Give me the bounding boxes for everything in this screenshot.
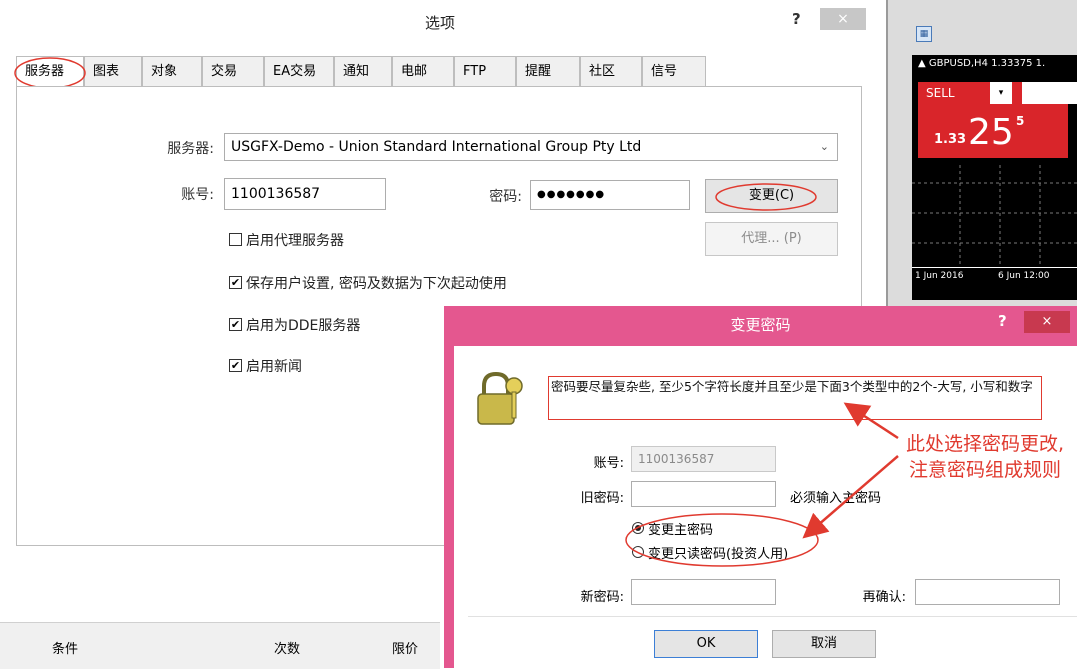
annotation-line-2: 注意密码组成规则: [908, 459, 1061, 481]
column-condition[interactable]: 条件: [52, 638, 78, 657]
save-settings-label: 保存用户设置, 密码及数据为下次起动使用: [246, 276, 507, 292]
password-label: 密码:: [489, 189, 522, 205]
password-field[interactable]: ●●●●●●●: [530, 180, 690, 210]
proxy-checkbox[interactable]: [229, 233, 242, 246]
new-password-field[interactable]: [631, 579, 776, 605]
time-axis: [912, 267, 1077, 268]
confirm-password-label: 再确认:: [862, 590, 906, 605]
column-limit[interactable]: 限价: [392, 638, 418, 657]
sell-header[interactable]: SELL ▾: [918, 82, 1028, 104]
sell-price-sup: 5: [1016, 114, 1025, 128]
tab-email[interactable]: 电邮: [392, 56, 454, 86]
old-password-field[interactable]: [631, 481, 776, 507]
tab-expert-advisors[interactable]: EA交易: [264, 56, 334, 86]
sell-button[interactable]: 1.33 25 5: [918, 104, 1068, 158]
tab-objects[interactable]: 对象: [142, 56, 202, 86]
dialog-close-button[interactable]: ×: [1024, 311, 1070, 333]
dialog-title: 变更密码: [730, 316, 791, 334]
volume-field[interactable]: [1022, 82, 1077, 104]
dialog-help-icon[interactable]: ?: [998, 312, 1007, 330]
lock-keys-icon: [477, 371, 523, 425]
options-titlebar: 选项 ? ×: [0, 0, 880, 40]
options-title: 选项: [424, 14, 455, 32]
tab-alerts[interactable]: 提醒: [516, 56, 580, 86]
highlight-ellipse-change: [715, 183, 817, 211]
dialog-divider: [468, 616, 1077, 617]
column-count[interactable]: 次数: [274, 638, 300, 657]
chevron-down-icon: ⌄: [819, 140, 829, 153]
proxy-button[interactable]: 代理... (P): [705, 222, 838, 256]
sell-label: SELL: [926, 86, 955, 100]
close-button[interactable]: ×: [820, 8, 866, 30]
annotation-line-1: 此处选择密码更改,: [905, 433, 1065, 455]
volume-dropdown[interactable]: ▾: [990, 82, 1012, 104]
proxy-checkbox-label: 启用代理服务器: [246, 233, 344, 249]
server-value: USGFX-Demo - Union Standard Internationa…: [231, 139, 642, 155]
sell-price-main: 1.33: [934, 132, 967, 147]
old-password-label: 旧密码:: [580, 491, 624, 506]
chart-grid: [912, 165, 1077, 265]
new-password-label: 新密码:: [580, 590, 624, 605]
server-select[interactable]: USGFX-Demo - Union Standard Internationa…: [224, 133, 838, 161]
date-tick-1: 1 Jun 2016: [915, 271, 964, 281]
ok-button[interactable]: OK: [654, 630, 758, 658]
tab-charts[interactable]: 图表: [84, 56, 142, 86]
chart-area[interactable]: ▲ GBPUSD,H4 1.33375 1. SELL ▾ 1.33 25 5 …: [912, 55, 1077, 300]
news-checkbox-label: 启用新闻: [246, 359, 302, 375]
annotation-arrows: [802, 402, 899, 539]
confirm-password-field[interactable]: [915, 579, 1060, 605]
chart-window-icon: ▦: [916, 26, 932, 42]
cancel-button[interactable]: 取消: [772, 630, 876, 658]
dialog-body: 密码要尽量复杂些, 至少5个字符长度并且至少是下面3个类型中的2个-大写, 小写…: [454, 346, 1077, 668]
account-field[interactable]: 1100136587: [224, 178, 386, 210]
dialog-account-field: 1100136587: [631, 446, 776, 472]
annotation-text: 此处选择密码更改, 注意密码组成规则: [900, 431, 1070, 483]
chart-symbol: ▲ GBPUSD,H4 1.33375 1.: [918, 58, 1046, 69]
tab-signals[interactable]: 信号: [642, 56, 706, 86]
dde-checkbox[interactable]: ✔: [229, 318, 242, 331]
dialog-account-label: 账号:: [593, 456, 624, 471]
account-label: 账号:: [181, 187, 214, 203]
server-label: 服务器:: [167, 141, 214, 157]
tab-notifications[interactable]: 通知: [334, 56, 392, 86]
sell-price-big: 25: [968, 112, 1014, 153]
tab-ftp[interactable]: FTP: [454, 56, 516, 86]
dde-checkbox-label: 启用为DDE服务器: [246, 318, 361, 334]
date-tick-2: 6 Jun 12:00: [998, 271, 1050, 281]
alerts-table-header: 条件 次数 限价: [0, 622, 440, 669]
help-icon[interactable]: ?: [792, 10, 801, 28]
save-settings-checkbox[interactable]: ✔: [229, 276, 242, 289]
tab-trade[interactable]: 交易: [202, 56, 264, 86]
tab-community[interactable]: 社区: [580, 56, 642, 86]
news-checkbox[interactable]: ✔: [229, 359, 242, 372]
